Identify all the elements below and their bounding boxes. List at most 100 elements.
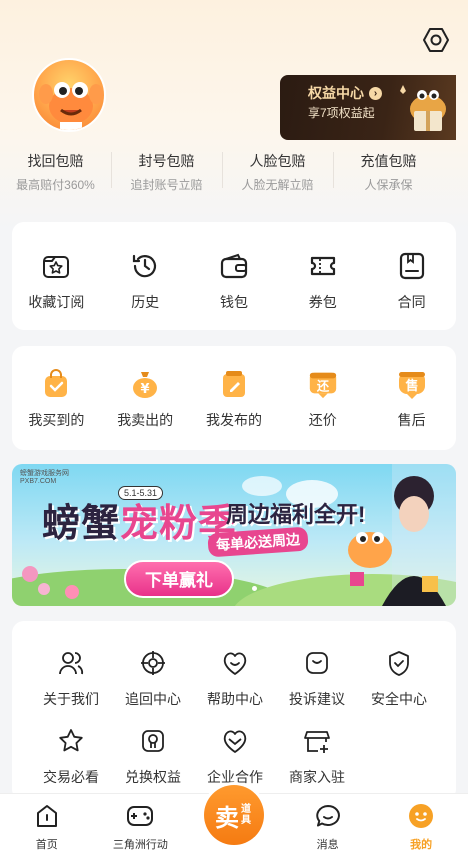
service-item-help[interactable]: 帮助中心 (194, 647, 276, 709)
banner-order-button[interactable]: 下单赢礼 (124, 560, 234, 598)
guarantee-subtitle: 人保承保 (364, 178, 413, 192)
service-item-recovery[interactable]: 追回中心 (112, 647, 194, 709)
services-card: 关于我们 追回中心 帮助中心 投诉建议 安全中心 交易必看 兑换权益 企业合作 … (12, 621, 456, 801)
published-icon (222, 371, 245, 397)
settings-hex-icon (423, 28, 449, 52)
shield-check-icon (389, 651, 409, 676)
star-folder-icon (43, 256, 70, 278)
quick-tools-card: 收藏订阅 历史 钱包 券包 合同 (12, 222, 456, 330)
order-item-sold[interactable]: ¥ 我卖出的 (105, 368, 185, 430)
guarantee-title: 充值包赔 (360, 153, 417, 169)
service-item-redeem[interactable]: 兑换权益 (112, 725, 194, 787)
order-item-label: 我卖出的 (117, 412, 174, 428)
quick-item-history[interactable]: 历史 (105, 250, 185, 312)
promo-banner[interactable]: 螃蟹游戏服务网 PXB7.COM 5.1-5.31 螃蟹宠粉季 周边福利全开! … (12, 464, 456, 606)
benefit-subtitle: 享7项权益起 (308, 106, 375, 120)
tab-mine[interactable]: 我的 (374, 794, 468, 863)
guarantee-item-ban[interactable]: 封号包赔 追封账号立赔 (111, 149, 222, 192)
people-icon (59, 652, 84, 675)
tab-home[interactable]: 首页 (0, 794, 94, 863)
guarantee-title: 找回包赔 (27, 153, 84, 169)
sell-button[interactable]: 卖 道具 (201, 782, 267, 848)
tab-label: 消息 (316, 839, 339, 851)
complaint-icon (306, 652, 328, 674)
home-icon (36, 805, 57, 827)
service-item-complaint[interactable]: 投诉建议 (276, 647, 358, 709)
service-item-label: 安全中心 (371, 691, 427, 707)
service-item-trade-guide[interactable]: 交易必看 (30, 725, 112, 787)
benefit-title-text: 权益中心 (308, 85, 364, 101)
sold-money-bag-icon: ¥ (133, 372, 158, 398)
chevron-right-icon: › (369, 86, 382, 100)
history-icon (133, 254, 157, 278)
chat-bubble-icon (315, 805, 340, 827)
after-sale-glyph: 售 (405, 378, 418, 394)
order-item-after-sale[interactable]: 售 售后 (372, 368, 452, 430)
banner-logo-text: 螃蟹游戏服务网 PXB7.COM (20, 470, 69, 485)
service-item-label: 投诉建议 (289, 691, 345, 707)
service-item-label: 帮助中心 (207, 691, 263, 707)
bargain-icon: 还 (309, 372, 336, 399)
order-item-label: 我买到的 (28, 412, 85, 428)
carousel-dot[interactable] (252, 586, 257, 591)
tab-label: 我的 (410, 839, 433, 851)
guarantee-item-recover[interactable]: 找回包赔 最高赔付360% (0, 149, 111, 192)
tab-label: 首页 (35, 839, 58, 851)
handshake-heart-icon (223, 730, 247, 753)
benefit-title: 权益中心 › (308, 83, 382, 103)
quick-item-favorites[interactable]: 收藏订阅 (16, 250, 96, 312)
tab-game[interactable]: 三角洲行动 (94, 794, 188, 863)
banner-title-a: 螃蟹 (42, 503, 121, 545)
order-item-label: 售后 (397, 412, 426, 428)
sell-label: 卖 (215, 804, 239, 832)
order-item-published[interactable]: 我发布的 (194, 368, 274, 430)
guarantee-title: 人脸包赔 (249, 153, 306, 169)
sell-button-inner: 卖 道具 (204, 785, 264, 845)
service-item-about[interactable]: 关于我们 (30, 647, 112, 709)
settings-button[interactable] (420, 24, 452, 56)
redeem-icon (142, 730, 164, 752)
order-item-bought[interactable]: 我买到的 (16, 368, 96, 430)
quick-item-label: 历史 (131, 294, 160, 310)
service-item-label: 追回中心 (125, 691, 181, 707)
service-item-label: 关于我们 (43, 691, 99, 707)
mine-face-icon (409, 804, 434, 828)
bought-bag-icon (45, 369, 68, 397)
banner-headline: 周边福利全开! (226, 502, 366, 527)
service-item-security[interactable]: 安全中心 (358, 647, 440, 709)
gamepad-icon (127, 806, 154, 826)
order-item-label: 还价 (308, 412, 337, 428)
merchant-icon (304, 731, 330, 753)
guarantee-subtitle: 追封账号立赔 (130, 178, 203, 192)
service-item-merchant[interactable]: 商家入驻 (276, 725, 358, 787)
tab-label: 三角洲行动 (112, 839, 168, 851)
contract-icon (399, 252, 424, 280)
quick-item-wallet[interactable]: 钱包 (194, 250, 274, 312)
service-item-cooperation[interactable]: 企业合作 (194, 725, 276, 787)
quick-item-contract[interactable]: 合同 (372, 250, 452, 312)
guarantee-subtitle: 最高赔付360% (16, 178, 95, 192)
crab-gift-icon (400, 85, 446, 131)
guarantee-subtitle: 人脸无解立赔 (241, 178, 314, 192)
tab-messages[interactable]: 消息 (281, 794, 375, 863)
quick-item-label: 合同 (397, 294, 426, 310)
guarantee-title: 封号包赔 (138, 153, 195, 169)
guarantee-item-topup[interactable]: 充值包赔 人保承保 (333, 149, 444, 192)
order-item-label: 我发布的 (205, 412, 262, 428)
guarantee-bar: 找回包赔 最高赔付360% 封号包赔 追封账号立赔 人脸包赔 人脸无解立赔 充值… (0, 149, 468, 192)
coupon-icon (310, 256, 335, 276)
star-icon (59, 729, 83, 752)
svg-text:¥: ¥ (141, 382, 150, 397)
orders-card: 我买到的 ¥ 我卖出的 我发布的 还 还价 售 售后 (12, 346, 456, 450)
benefit-center-banner[interactable]: 权益中心 › 享7项权益起 (280, 75, 456, 140)
guarantee-item-face[interactable]: 人脸包赔 人脸无解立赔 (222, 149, 333, 192)
bargain-glyph: 还 (316, 379, 330, 394)
after-sale-icon: 售 (398, 372, 425, 399)
avatar[interactable] (32, 58, 106, 132)
sell-sublabel: 道具 (241, 804, 251, 826)
quick-item-coupons[interactable]: 券包 (283, 250, 363, 312)
order-item-bargain[interactable]: 还 还价 (283, 368, 363, 430)
service-item-label: 交易必看 (43, 769, 99, 785)
quick-item-label: 钱包 (219, 294, 248, 310)
service-item-label: 兑换权益 (125, 769, 181, 785)
